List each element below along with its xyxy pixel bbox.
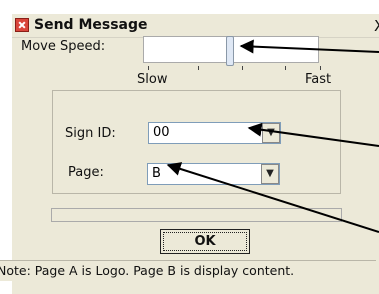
move-speed-label: Move Speed: [21,39,106,54]
progress-bar [51,208,342,222]
sign-id-label: Sign ID: [65,126,116,141]
status-bar: Note: Page A is Logo. Page B is display … [0,260,376,281]
slider-tick [242,66,243,70]
slow-label: Slow [137,72,168,87]
page-label: Page: [68,165,104,180]
chevron-down-icon[interactable]: ▼ [261,164,279,184]
slider-tick [285,66,286,70]
slider-tick [320,66,321,70]
app-icon [15,18,29,32]
chevron-down-icon[interactable]: ▼ [262,123,280,143]
close-button[interactable]: X [374,17,379,35]
title-bar: Send Message X [12,14,379,38]
status-note: Note: Page A is Logo. Page B is display … [0,263,295,278]
ok-button[interactable]: OK [160,229,250,254]
slider-tick [148,66,149,70]
slider-tick [198,66,199,70]
fast-label: Fast [305,72,332,87]
window-title: Send Message [34,17,148,33]
slider-thumb[interactable] [226,36,234,66]
